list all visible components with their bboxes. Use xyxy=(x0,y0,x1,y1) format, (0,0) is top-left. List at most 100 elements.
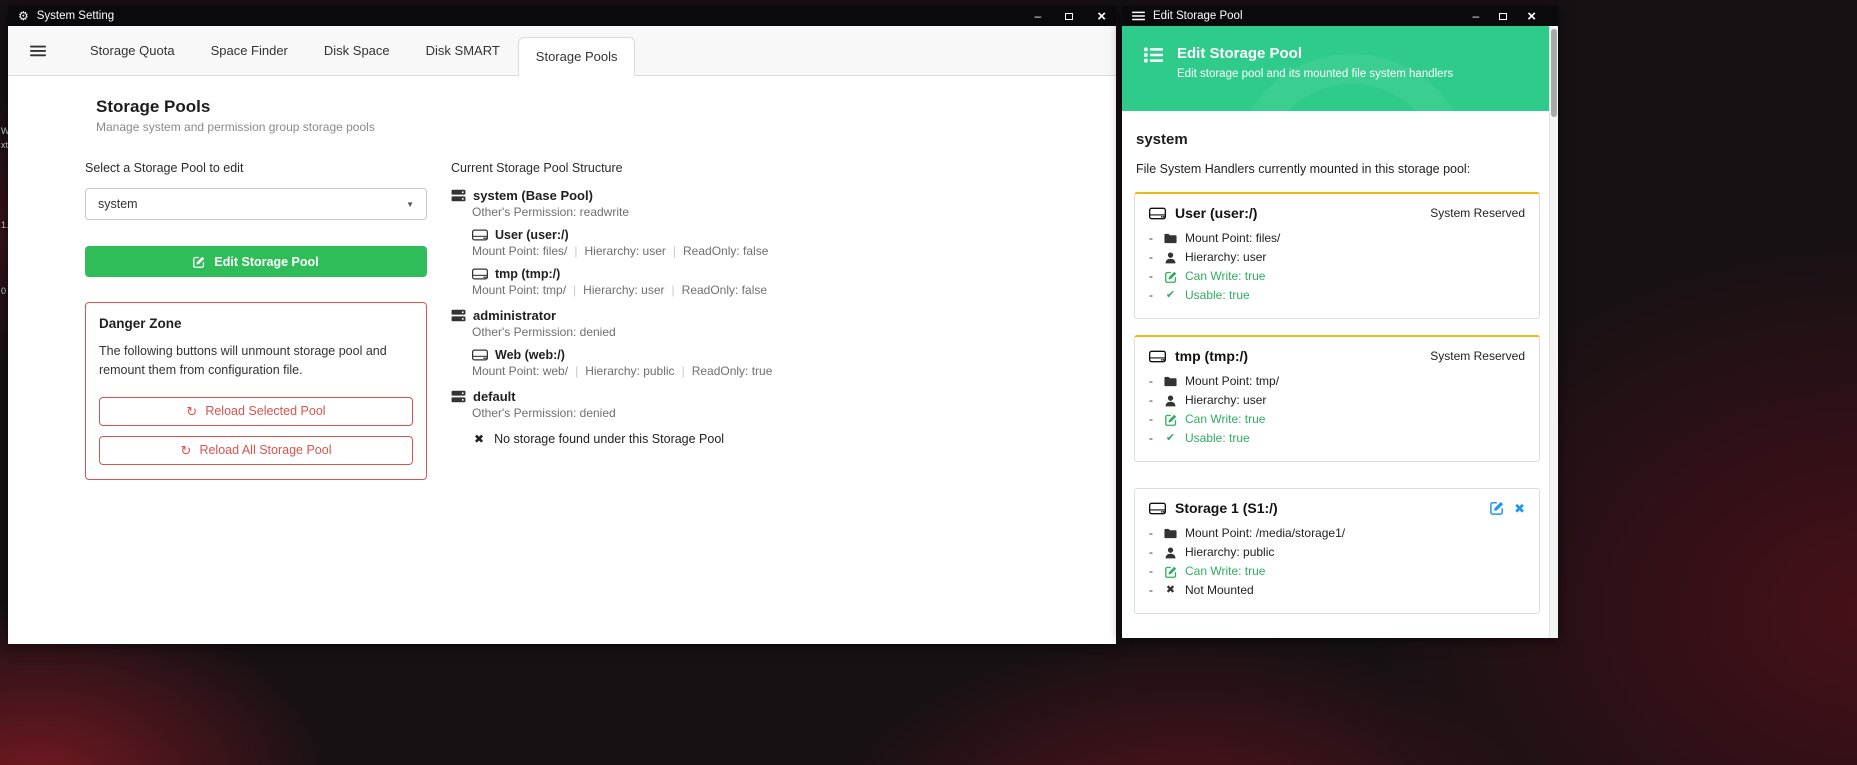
menu-icon[interactable] xyxy=(1132,11,1145,21)
handler-row: - ✔ Usable: true xyxy=(1149,286,1525,305)
bullet-dash: - xyxy=(1149,410,1162,429)
handler-row: - Hierarchy: user xyxy=(1149,248,1525,267)
scrollbar-thumb[interactable] xyxy=(1551,29,1557,117)
bullet-dash: - xyxy=(1149,286,1162,305)
refresh-icon: ↻ xyxy=(186,405,197,418)
folder-icon xyxy=(1162,233,1179,244)
storage-mount: Mount Point: tmp/ xyxy=(472,283,566,297)
can-write-text: Can Write: true xyxy=(1185,267,1265,286)
edit-icon xyxy=(1162,414,1179,426)
select-pool-label: Select a Storage Pool to edit xyxy=(85,161,427,175)
bullet-dash: - xyxy=(1149,429,1162,448)
reload-selected-label: Reload Selected Pool xyxy=(205,404,325,418)
reload-selected-pool-button[interactable]: ↻ Reload Selected Pool xyxy=(99,397,413,426)
x-mark-icon: ✖ xyxy=(1162,581,1179,600)
edit-handler-button[interactable] xyxy=(1490,501,1504,515)
bullet-dash: - xyxy=(1149,543,1162,562)
titlebar: Edit Storage Pool – × xyxy=(1122,6,1558,26)
separator: | xyxy=(672,283,675,297)
tab-disk-smart[interactable]: Disk SMART xyxy=(408,26,518,75)
maximize-button[interactable] xyxy=(1499,13,1507,20)
tab-disk-space[interactable]: Disk Space xyxy=(306,26,408,75)
handler-row: - Hierarchy: user xyxy=(1149,391,1525,410)
pool-name: administrator xyxy=(473,308,556,323)
handler-row: - Mount Point: /media/storage1/ xyxy=(1149,524,1525,543)
tab-storage-quota[interactable]: Storage Quota xyxy=(72,26,193,75)
remove-handler-button[interactable]: ✖ xyxy=(1514,502,1525,515)
handler-row: - Can Write: true xyxy=(1149,562,1525,581)
tab-storage-pools[interactable]: Storage Pools xyxy=(518,37,636,76)
bullet-dash: - xyxy=(1149,524,1162,543)
edit-button-label: Edit Storage Pool xyxy=(214,255,318,269)
danger-zone-title: Danger Zone xyxy=(99,316,413,331)
mount-point-text: Mount Point: /media/storage1/ xyxy=(1185,524,1345,543)
separator: | xyxy=(575,364,578,378)
reload-all-label: Reload All Storage Pool xyxy=(199,443,331,457)
empty-message-text: No storage found under this Storage Pool xyxy=(494,432,724,446)
separator: | xyxy=(673,244,676,258)
close-button[interactable]: × xyxy=(1527,9,1536,24)
system-setting-window: ⚙ System Setting – × Storage Quota Space… xyxy=(8,6,1116,644)
handler-name: Storage 1 (S1:/) xyxy=(1175,500,1278,516)
handler-row: - Can Write: true xyxy=(1149,410,1525,429)
hierarchy-text: Hierarchy: public xyxy=(1185,543,1274,562)
storage-hierarchy: Hierarchy: public xyxy=(585,364,674,378)
refresh-icon: ↻ xyxy=(181,444,192,457)
storage-name: User (user:/) xyxy=(495,228,569,242)
handler-row: - Hierarchy: public xyxy=(1149,543,1525,562)
edit-storage-pool-window: Edit Storage Pool – × Edit Storage Pool … xyxy=(1122,6,1558,638)
structure-title: Current Storage Pool Structure xyxy=(451,161,772,175)
hdd-icon xyxy=(472,268,488,280)
bullet-dash: - xyxy=(1149,248,1162,267)
chevron-down-icon: ▼ xyxy=(406,200,414,209)
pool-name: system (Base Pool) xyxy=(473,188,593,203)
desktop-icon-label-fragment: xt xyxy=(1,140,8,150)
minimize-button[interactable]: – xyxy=(1473,10,1480,22)
tab-space-finder[interactable]: Space Finder xyxy=(193,26,306,75)
fs-handler-card: tmp (tmp:/) System Reserved - Mount Poin… xyxy=(1134,335,1540,462)
system-reserved-badge: System Reserved xyxy=(1430,206,1525,220)
reload-all-pool-button[interactable]: ↻ Reload All Storage Pool xyxy=(99,436,413,465)
hierarchy-text: Hierarchy: user xyxy=(1185,391,1266,410)
pool-description: File System Handlers currently mounted i… xyxy=(1136,162,1536,176)
bullet-dash: - xyxy=(1149,581,1162,600)
tree-pool: administrator Other's Permission: denied… xyxy=(451,308,772,378)
bullet-dash: - xyxy=(1149,391,1162,410)
separator: | xyxy=(573,283,576,297)
scrollbar[interactable] xyxy=(1549,26,1558,638)
titlebar: ⚙ System Setting – × xyxy=(8,6,1116,26)
handler-row: - Can Write: true xyxy=(1149,267,1525,286)
storage-name: tmp (tmp:/) xyxy=(495,267,560,281)
server-icon xyxy=(451,390,466,403)
mount-point-text: Mount Point: tmp/ xyxy=(1185,372,1279,391)
edit-storage-pool-button[interactable]: Edit Storage Pool xyxy=(85,246,427,277)
maximize-button[interactable] xyxy=(1065,13,1073,20)
minimize-button[interactable]: – xyxy=(1035,10,1042,22)
pool-permission: Other's Permission: readwrite xyxy=(472,205,772,219)
user-icon xyxy=(1162,547,1179,559)
handler-name: User (user:/) xyxy=(1175,205,1257,221)
storage-pool-select[interactable]: system ▼ xyxy=(85,188,427,220)
pool-name: default xyxy=(473,389,516,404)
mount-point-text: Mount Point: files/ xyxy=(1185,229,1280,248)
user-icon xyxy=(1162,395,1179,407)
user-icon xyxy=(1162,252,1179,264)
storage-readonly: ReadOnly: false xyxy=(683,244,768,258)
list-icon xyxy=(1144,47,1163,111)
storage-mount: Mount Point: web/ xyxy=(472,364,568,378)
close-button[interactable]: × xyxy=(1097,9,1106,24)
can-write-text: Can Write: true xyxy=(1185,410,1265,429)
desktop-icon-label-fragment: 0 xyxy=(1,286,6,296)
handler-row: - Mount Point: files/ xyxy=(1149,229,1525,248)
server-icon xyxy=(451,309,466,322)
tree-pool: default Other's Permission: denied ✖ No … xyxy=(451,389,772,446)
separator: | xyxy=(574,244,577,258)
not-mounted-text: Not Mounted xyxy=(1185,581,1254,600)
handler-row: - ✖ Not Mounted xyxy=(1149,581,1525,600)
bullet-dash: - xyxy=(1149,229,1162,248)
storage-hierarchy: Hierarchy: user xyxy=(583,283,664,297)
check-icon: ✔ xyxy=(1162,286,1179,305)
menu-icon[interactable] xyxy=(30,45,46,57)
hdd-icon xyxy=(1149,207,1166,220)
hdd-icon xyxy=(472,229,488,241)
